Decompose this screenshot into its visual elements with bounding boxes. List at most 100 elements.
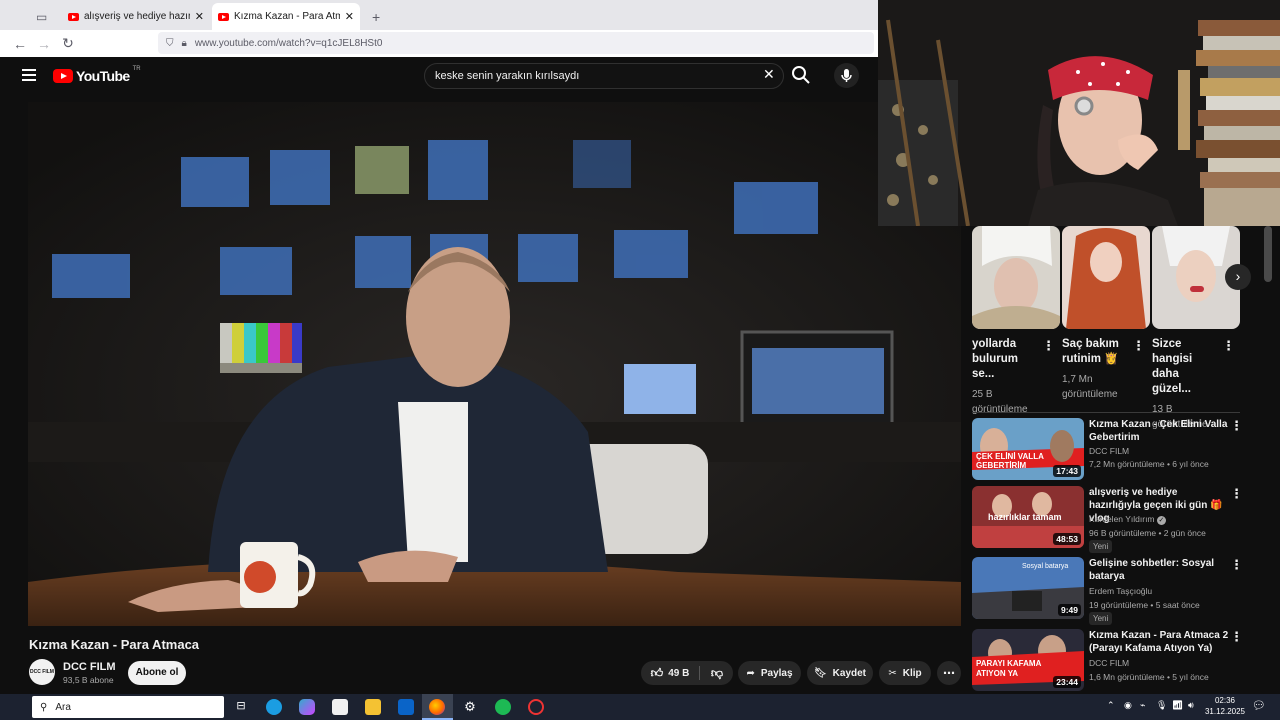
search-input[interactable]: keske senin yarakın kırılsaydı	[424, 63, 784, 89]
reload-icon[interactable]: ↻	[56, 35, 80, 52]
close-tab-icon[interactable]: ✕	[195, 10, 204, 23]
taskbar-search-placeholder: Ara	[55, 701, 71, 713]
forward-icon[interactable]: →	[32, 36, 56, 52]
channel-name[interactable]: DCC FILM	[1089, 658, 1129, 668]
copilot-icon[interactable]	[299, 699, 315, 715]
save-button[interactable]: 🔖︎ Kaydet	[807, 661, 873, 685]
recommendation-item[interactable]: PARAYI KAFAMA ATIYON YA 23:44 Kızma Kaza…	[972, 629, 1272, 693]
short-title[interactable]: Saç bakım rutinim 👸	[1062, 337, 1130, 367]
video-thumbnail[interactable]: ÇEK ELİNİ VALLA GEBERTİRİM 17:43	[972, 418, 1084, 480]
back-icon[interactable]: ←	[8, 36, 32, 52]
search-query-text: keske senin yarakın kırılsaydı	[435, 70, 580, 82]
new-tab-icon[interactable]: +	[366, 3, 386, 30]
obs-icon[interactable]	[528, 699, 544, 715]
thumbs-up-icon: 👍︎	[650, 665, 664, 680]
like-dislike-group: 👍︎ 49 B 👎︎	[641, 661, 733, 685]
browser-tab-active[interactable]: Kızma Kazan - Para Atmaca - Yo ✕	[212, 3, 360, 30]
webcam-frame	[878, 0, 1280, 226]
clear-search-icon[interactable]: ✕	[763, 66, 775, 83]
video-thumbnail[interactable]: hazırlıklar tamam 48:53	[972, 486, 1084, 548]
taskbar-search-box[interactable]: ⚲ Ara	[32, 696, 224, 718]
subscribe-button[interactable]: Abone ol	[128, 661, 186, 685]
outlook-icon[interactable]	[398, 699, 414, 715]
video-thumbnail[interactable]: PARAYI KAFAMA ATIYON YA 23:44	[972, 629, 1084, 691]
channel-avatar[interactable]: DCC FILM	[29, 659, 55, 685]
more-options-icon[interactable]: ⋮	[1230, 557, 1243, 573]
video-player[interactable]	[28, 102, 961, 626]
share-label: Paylaş	[760, 667, 793, 679]
channel-name[interactable]: Kardelen Yıldırım ✓	[1089, 514, 1166, 525]
taskbar-firefox-active[interactable]	[422, 694, 453, 720]
more-options-icon[interactable]: ⋮	[1230, 629, 1243, 645]
tab-list-icon[interactable]: ▭	[30, 3, 50, 30]
recommendation-item[interactable]: Sosyal batarya 9:49 Gelişine sohbetler: …	[972, 557, 1272, 625]
short-card[interactable]: Sizce hangisi daha güzel... 13 B görüntü…	[1152, 226, 1240, 432]
tray-chevron-icon[interactable]: ⌃	[1107, 700, 1115, 711]
clock-date[interactable]: 31.12.2025	[1203, 707, 1247, 716]
share-button[interactable]: ➦ Paylaş	[738, 661, 801, 685]
lock-icon[interactable]: 🔒︎	[182, 38, 187, 49]
edge-icon[interactable]	[266, 699, 282, 715]
save-label: Kaydet	[832, 667, 867, 679]
short-title[interactable]: Sizce hangisi daha güzel...	[1152, 337, 1220, 397]
thumbnail-caption: Sosyal batarya	[1022, 563, 1069, 570]
recommendation-item[interactable]: hazırlıklar tamam 48:53 alışveriş ve hed…	[972, 486, 1272, 553]
like-count: 49 B	[668, 667, 690, 679]
more-options-icon[interactable]: ⋮	[1230, 486, 1243, 502]
region-code: TR	[132, 66, 141, 72]
more-options-icon[interactable]: ⋮	[1222, 338, 1235, 354]
clock-time[interactable]: 02:36	[1203, 696, 1247, 705]
duration-badge: 48:53	[1053, 533, 1081, 545]
video-title[interactable]: Kızma Kazan - Çek Elini Valla Gebertirim	[1089, 418, 1229, 444]
clip-button[interactable]: ✂ Klip	[879, 661, 931, 685]
shield-icon[interactable]: ⛉	[166, 38, 174, 49]
short-title[interactable]: yollarda bulurum se...	[972, 337, 1040, 382]
task-view-icon[interactable]: ⊟	[233, 699, 249, 715]
channel-name[interactable]: DCC FILM	[1089, 446, 1129, 456]
voice-search-icon[interactable]	[834, 63, 859, 88]
youtube-logo[interactable]: YouTube TR	[53, 66, 141, 84]
short-thumbnail[interactable]	[1062, 226, 1150, 329]
close-tab-icon[interactable]: ✕	[345, 10, 354, 23]
more-options-icon[interactable]: ⋮	[1132, 338, 1145, 354]
tray-network-icon[interactable]: ⌁	[1140, 700, 1145, 711]
channel-name[interactable]: Erdem Taşçıoğlu	[1089, 586, 1152, 596]
like-button[interactable]: 👍︎ 49 B	[641, 661, 699, 685]
wifi-icon[interactable]: 📶︎	[1172, 700, 1183, 711]
video-info: Kızma Kazan - Para Atmaca DCC FILM DCC F…	[0, 626, 962, 694]
microphone-icon[interactable]: 🎙︎	[1156, 700, 1167, 711]
url-text: www.youtube.com/watch?v=q1cJEL8HSt0	[194, 37, 383, 49]
video-title[interactable]: Kızma Kazan - Para Atmaca 2 (Parayı Kafa…	[1089, 629, 1229, 655]
more-options-icon[interactable]: ⋮	[1230, 418, 1243, 434]
new-badge: Yeni	[1089, 612, 1113, 625]
youtube-favicon-icon	[68, 12, 79, 21]
tab-title: Kızma Kazan - Para Atmaca - Yo	[234, 11, 340, 22]
search-icon[interactable]	[789, 63, 813, 87]
tray-icon[interactable]: ◉	[1124, 700, 1132, 711]
channel-name[interactable]: DCC FILM	[63, 661, 116, 673]
short-thumbnail[interactable]	[972, 226, 1060, 329]
volume-icon[interactable]: 🔊︎	[1188, 700, 1194, 711]
short-card[interactable]: yollarda bulurum se... 25 B görüntüleme	[972, 226, 1060, 417]
short-card[interactable]: Saç bakım rutinim 👸 1,7 Mn görüntüleme	[1062, 226, 1150, 402]
store-icon[interactable]	[332, 699, 348, 715]
menu-icon[interactable]	[22, 69, 36, 81]
video-thumbnail[interactable]: Sosyal batarya 9:49	[972, 557, 1084, 619]
recommendation-item[interactable]: ÇEK ELİNİ VALLA GEBERTİRİM 17:43 Kızma K…	[972, 418, 1272, 482]
browser-tab-vlog[interactable]: alışveriş ve hediye hazırlığıyla g ✕	[62, 3, 210, 30]
more-options-icon[interactable]: ⋮	[1042, 338, 1055, 354]
video-title: Kızma Kazan - Para Atmaca	[29, 637, 200, 652]
settings-gear-icon[interactable]: ⚙	[462, 699, 478, 715]
webcam-overlay	[878, 0, 1280, 226]
spotify-icon[interactable]	[495, 699, 511, 715]
browser-tab-bar: ▭ alışveriş ve hediye hazırlığıyla g ✕ K…	[0, 0, 878, 30]
url-bar[interactable]: ⛉ 🔒︎ www.youtube.com/watch?v=q1cJEL8HSt0	[158, 32, 874, 54]
next-arrow-icon[interactable]: ›	[1225, 264, 1251, 290]
notification-icon[interactable]: 💬︎	[1252, 699, 1266, 712]
more-actions-button[interactable]: ⋯	[937, 661, 961, 685]
scrollbar-thumb[interactable]	[1264, 226, 1272, 282]
dislike-button[interactable]: 👎︎	[701, 661, 733, 685]
video-meta: 7,2 Mn görüntüleme • 6 yıl önce	[1089, 459, 1209, 469]
file-explorer-icon[interactable]	[365, 699, 381, 715]
video-title[interactable]: Gelişine sohbetler: Sosyal batarya	[1089, 557, 1229, 583]
